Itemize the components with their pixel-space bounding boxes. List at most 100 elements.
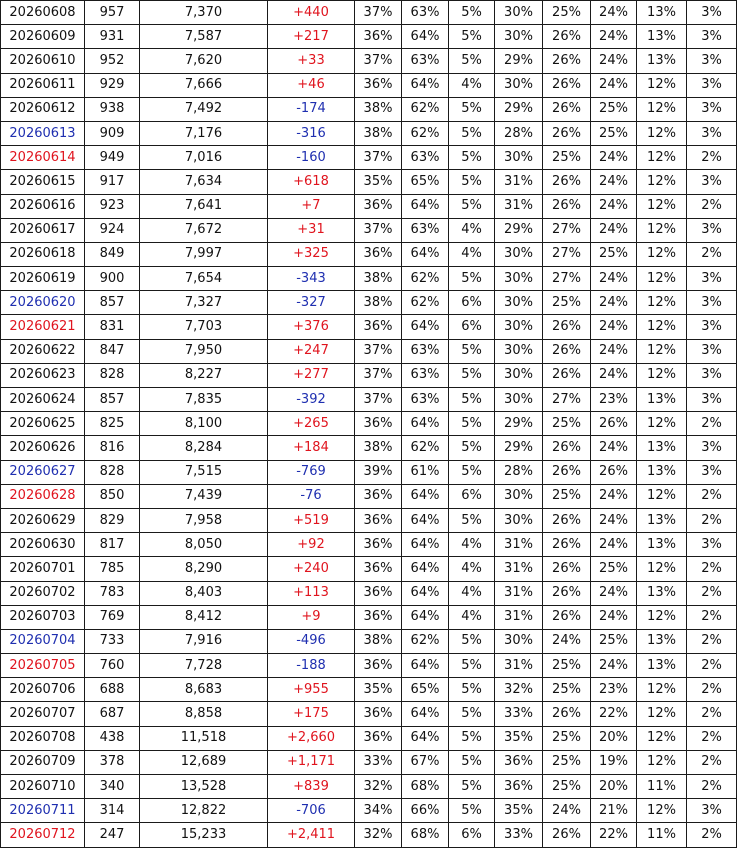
percent-cell-5: 26% bbox=[542, 701, 591, 727]
percent-cell-2: 63% bbox=[401, 48, 449, 74]
percent-cell-7: 13% bbox=[636, 24, 687, 50]
change-cell: +1,171 bbox=[267, 749, 355, 776]
percent-cell-8: 3% bbox=[686, 435, 737, 461]
percent-cell-6: 24% bbox=[590, 0, 637, 26]
percent-cell-4: 30% bbox=[494, 386, 543, 413]
percent-cell-1: 38% bbox=[354, 290, 402, 316]
percent-cell-7: 12% bbox=[636, 483, 687, 509]
percent-cell-6: 19% bbox=[590, 749, 637, 776]
table-row: 20260630 817 8,050 +92 36% 64% 4% 31% 26% 24% 13% 3… bbox=[0, 532, 737, 558]
value-cell-1: 900 bbox=[84, 266, 140, 292]
percent-cell-4: 28% bbox=[494, 120, 543, 147]
percent-cell-2: 62% bbox=[401, 96, 449, 122]
value-cell-2: 8,227 bbox=[139, 362, 268, 389]
percent-cell-7: 12% bbox=[636, 145, 687, 171]
percent-cell-7: 11% bbox=[636, 822, 687, 848]
table-row: 20260712 247 15,233 +2,411 32% 68% 6% 33% 26% 22%… bbox=[0, 822, 737, 848]
percent-cell-4: 30% bbox=[494, 362, 543, 389]
percent-cell-4: 31% bbox=[494, 653, 543, 679]
percent-cell-6: 24% bbox=[590, 483, 637, 509]
value-cell-1: 857 bbox=[84, 290, 140, 316]
date-cell: 20260627 bbox=[0, 459, 85, 485]
percent-cell-6: 24% bbox=[590, 507, 637, 534]
change-cell: -188 bbox=[267, 653, 355, 679]
value-cell-2: 7,666 bbox=[139, 72, 268, 98]
percent-cell-3: 6% bbox=[448, 290, 495, 316]
change-cell: +440 bbox=[267, 0, 355, 26]
percent-cell-5: 26% bbox=[542, 72, 591, 98]
percent-cell-5: 26% bbox=[542, 362, 591, 389]
percent-cell-2: 68% bbox=[401, 773, 449, 800]
percent-cell-7: 12% bbox=[636, 556, 687, 582]
value-cell-1: 831 bbox=[84, 314, 140, 340]
percent-cell-2: 64% bbox=[401, 507, 449, 534]
date-cell: 20260616 bbox=[0, 193, 85, 219]
date-cell: 20260706 bbox=[0, 677, 85, 703]
percent-cell-4: 30% bbox=[494, 314, 543, 340]
table-row: 20260613 909 7,176 -316 38% 62% 5% 28% 26% 25% 12%… bbox=[0, 120, 737, 147]
percent-cell-5: 27% bbox=[542, 217, 591, 243]
date-cell: 20260621 bbox=[0, 314, 85, 340]
percent-cell-7: 12% bbox=[636, 604, 687, 630]
percent-cell-5: 26% bbox=[542, 604, 591, 630]
value-cell-2: 8,403 bbox=[139, 580, 268, 606]
percent-cell-4: 30% bbox=[494, 338, 543, 364]
change-cell: -160 bbox=[267, 145, 355, 171]
percent-cell-8: 2% bbox=[686, 701, 737, 727]
percent-cell-8: 3% bbox=[686, 169, 737, 195]
percent-cell-2: 64% bbox=[401, 24, 449, 50]
percent-cell-4: 29% bbox=[494, 435, 543, 461]
value-cell-2: 7,958 bbox=[139, 507, 268, 534]
percent-cell-8: 2% bbox=[686, 653, 737, 679]
value-cell-2: 13,528 bbox=[139, 773, 268, 800]
value-cell-1: 314 bbox=[84, 798, 140, 824]
table-row: 20260617 924 7,672 +31 37% 63% 4% 29% 27% 24% 12% 3… bbox=[0, 217, 737, 243]
percent-cell-4: 29% bbox=[494, 48, 543, 74]
value-cell-1: 687 bbox=[84, 701, 140, 727]
percent-cell-7: 12% bbox=[636, 314, 687, 340]
percent-cell-1: 38% bbox=[354, 96, 402, 122]
date-cell: 20260622 bbox=[0, 338, 85, 364]
percent-cell-6: 26% bbox=[590, 411, 637, 437]
percent-cell-1: 36% bbox=[354, 580, 402, 606]
percent-cell-2: 62% bbox=[401, 120, 449, 147]
percent-cell-1: 37% bbox=[354, 338, 402, 364]
value-cell-1: 825 bbox=[84, 411, 140, 437]
value-cell-1: 850 bbox=[84, 483, 140, 509]
percent-cell-6: 24% bbox=[590, 217, 637, 243]
percent-cell-6: 26% bbox=[590, 459, 637, 485]
percent-cell-3: 5% bbox=[448, 0, 495, 26]
percent-cell-6: 20% bbox=[590, 773, 637, 800]
percent-cell-1: 36% bbox=[354, 604, 402, 630]
percent-cell-5: 26% bbox=[542, 96, 591, 122]
percent-cell-4: 31% bbox=[494, 580, 543, 606]
percent-cell-7: 12% bbox=[636, 96, 687, 122]
value-cell-1: 816 bbox=[84, 435, 140, 461]
percent-cell-5: 24% bbox=[542, 798, 591, 824]
percent-cell-5: 26% bbox=[542, 556, 591, 582]
percent-cell-8: 3% bbox=[686, 217, 737, 243]
percent-cell-6: 25% bbox=[590, 120, 637, 147]
percent-cell-8: 2% bbox=[686, 773, 737, 800]
percent-cell-5: 25% bbox=[542, 749, 591, 776]
change-cell: +277 bbox=[267, 362, 355, 389]
percent-cell-7: 12% bbox=[636, 120, 687, 147]
percent-cell-3: 5% bbox=[448, 266, 495, 292]
value-cell-2: 7,176 bbox=[139, 120, 268, 147]
date-cell: 20260708 bbox=[0, 725, 85, 751]
percent-cell-2: 62% bbox=[401, 266, 449, 292]
value-cell-2: 7,634 bbox=[139, 169, 268, 195]
percent-cell-4: 29% bbox=[494, 217, 543, 243]
value-cell-2: 7,327 bbox=[139, 290, 268, 316]
date-cell: 20260626 bbox=[0, 435, 85, 461]
percent-cell-5: 25% bbox=[542, 483, 591, 509]
percent-cell-2: 65% bbox=[401, 677, 449, 703]
percent-cell-1: 36% bbox=[354, 24, 402, 50]
table-row: 20260625 825 8,100 +265 36% 64% 5% 29% 25% 26% 12%… bbox=[0, 411, 737, 437]
percent-cell-8: 2% bbox=[686, 725, 737, 751]
table-row: 20260711 314 12,822 -706 34% 66% 5% 35% 24% 21% 12… bbox=[0, 798, 737, 824]
table-row: 20260624 857 7,835 -392 37% 63% 5% 30% 27% 23% 13%… bbox=[0, 386, 737, 413]
percent-cell-7: 13% bbox=[636, 459, 687, 485]
percent-cell-3: 5% bbox=[448, 701, 495, 727]
change-cell: +217 bbox=[267, 24, 355, 50]
